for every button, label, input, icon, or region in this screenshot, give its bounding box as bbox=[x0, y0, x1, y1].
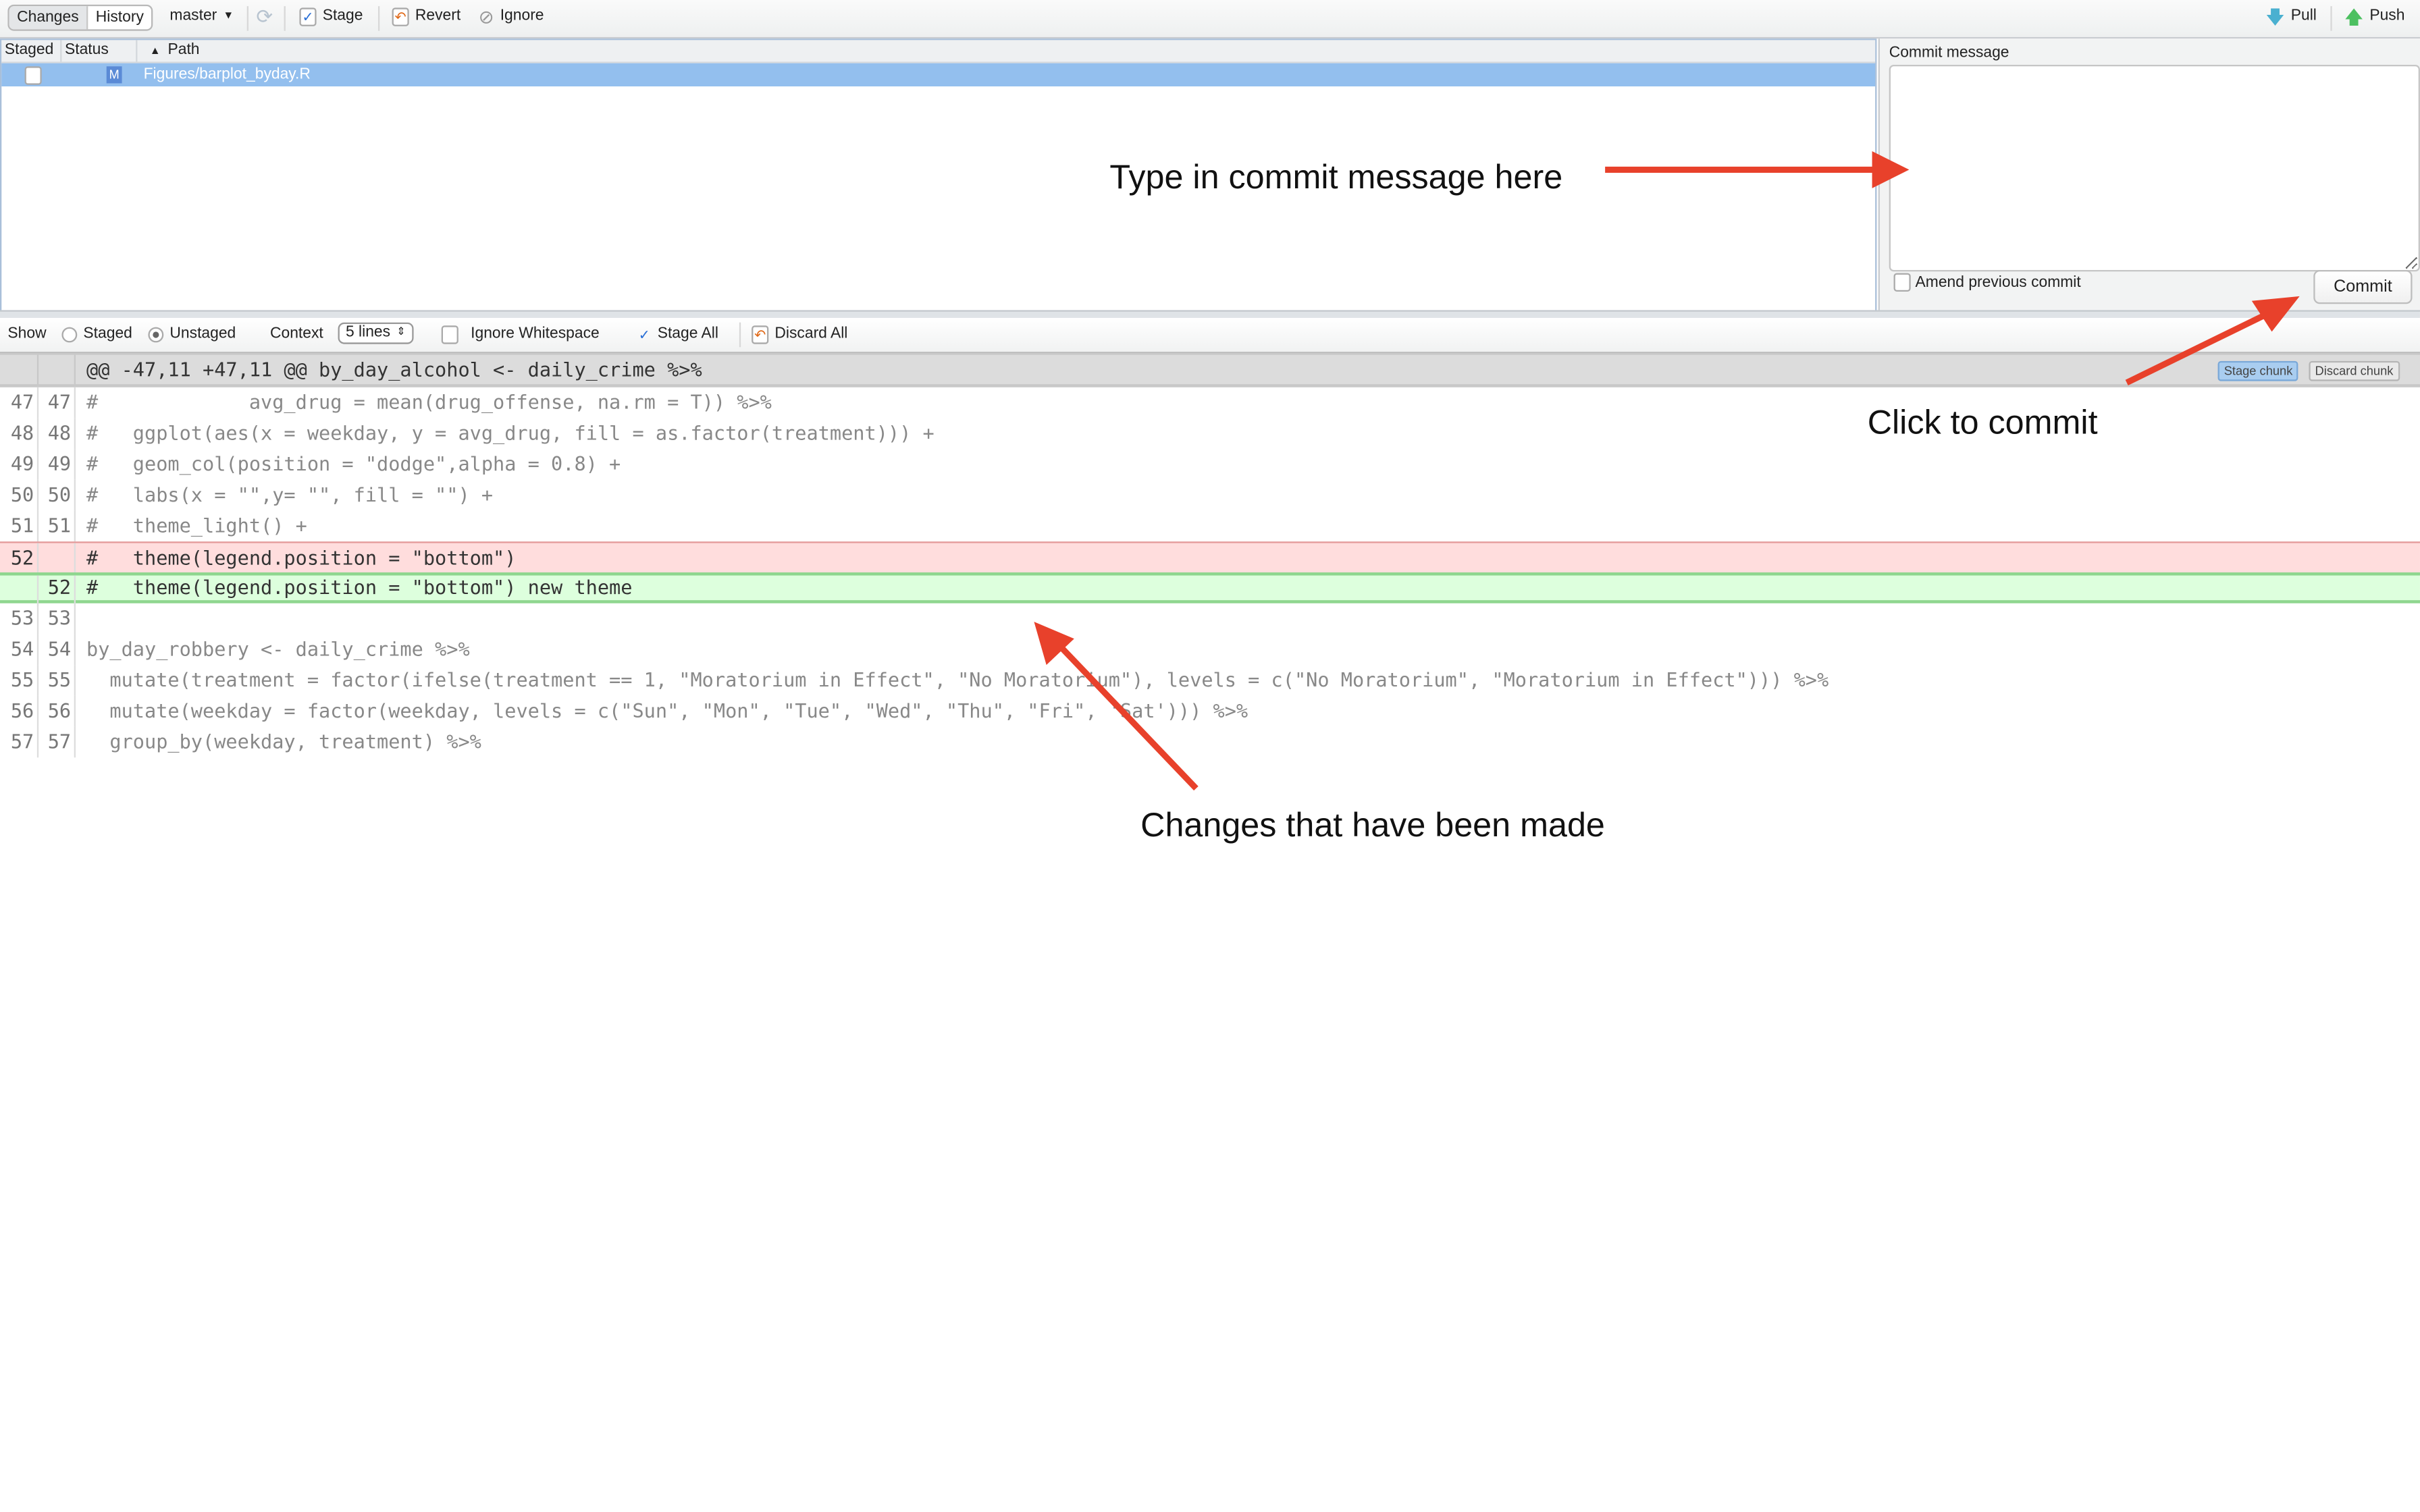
arrowhead bbox=[2251, 296, 2300, 332]
annotation-commit-message: Type in commit message here bbox=[1109, 157, 1563, 196]
annotation-changes: Changes that have been made bbox=[1140, 805, 1605, 844]
arrowhead bbox=[1872, 151, 1910, 188]
arrow-to-commit-button bbox=[2125, 310, 2270, 385]
annotation-arrows bbox=[1034, 151, 2300, 791]
annotation-click-commit: Click to commit bbox=[1867, 402, 2098, 441]
arrow-to-changes bbox=[1059, 645, 1199, 791]
